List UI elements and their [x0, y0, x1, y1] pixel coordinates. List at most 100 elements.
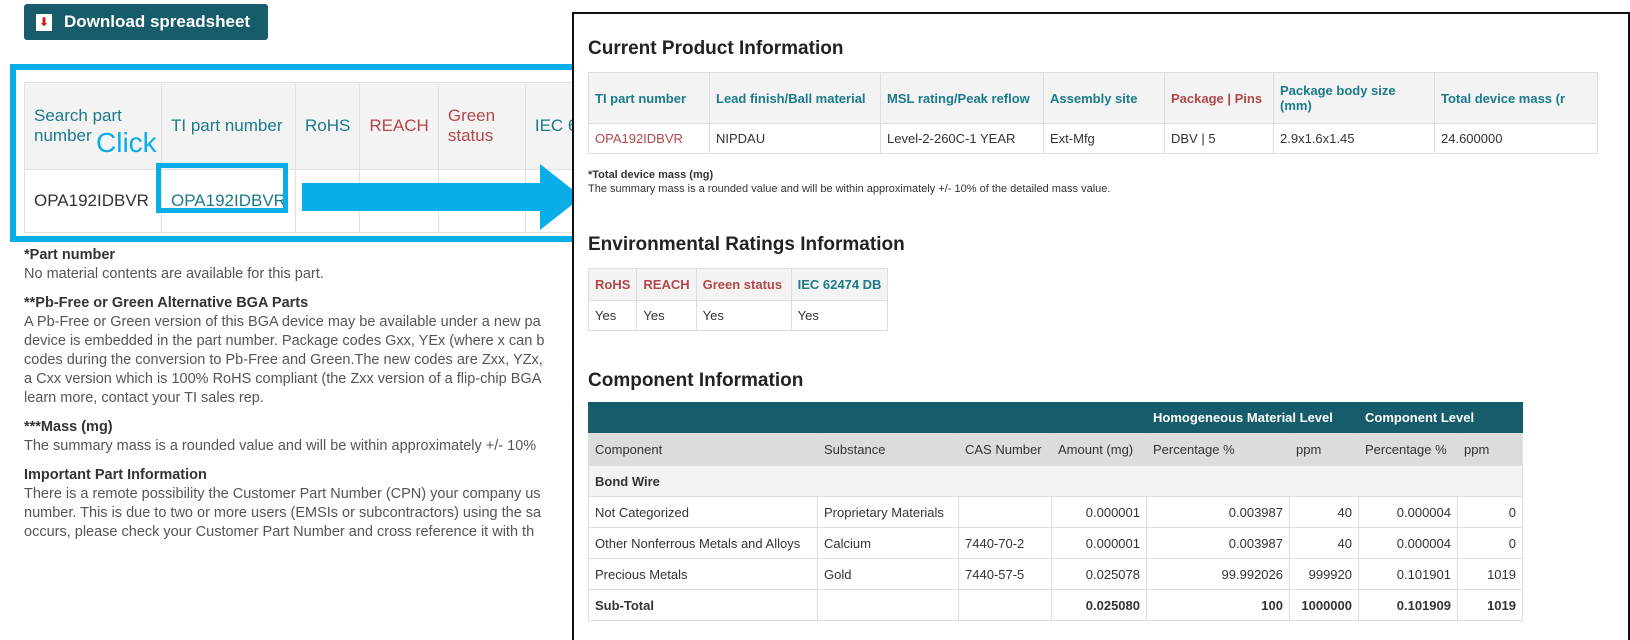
- col-rohs: RoHS: [587, 268, 638, 301]
- substance-cell: [817, 589, 959, 621]
- cas-cell: 7440-70-2: [958, 527, 1052, 559]
- mass-note-heading: *Total device mass (mg): [588, 169, 714, 181]
- arrow-right-icon: [302, 183, 542, 211]
- iec-cell: Yes: [790, 300, 889, 331]
- substance-cell: Gold: [817, 558, 959, 590]
- note-line: device is embedded in the part number. P…: [24, 333, 545, 349]
- hml-percentage-cell: 0.003987: [1146, 527, 1290, 559]
- cl-percentage-cell: 0.101909: [1358, 589, 1458, 621]
- amount-cell: 0.025078: [1051, 558, 1147, 590]
- table-row: Other Nonferrous Metals and Alloys Calci…: [588, 527, 1523, 559]
- col-lead-finish: Lead finish/Ball material: [709, 72, 881, 124]
- download-spreadsheet-button[interactable]: ⬇ Download spreadsheet: [24, 4, 268, 40]
- notes-section: *Part number No material contents are av…: [24, 246, 584, 542]
- table-row: OPA192IDBVR NIPDAU Level-2-260C-1 YEAR E…: [588, 123, 1598, 154]
- amount-cell: 0.000001: [1051, 496, 1147, 528]
- note-line: number. This is due to two or more users…: [24, 505, 542, 521]
- note-line: No material contents are available for t…: [24, 266, 324, 282]
- current-product-title: Current Product Information: [588, 38, 844, 59]
- component-title: Component Information: [588, 370, 804, 391]
- substance-cell: Proprietary Materials: [817, 496, 959, 528]
- note-line: The summary mass is a rounded value and …: [24, 438, 537, 454]
- hml-ppm-cell: 999920: [1289, 558, 1359, 590]
- col-hml-ppm: ppm: [1289, 432, 1359, 466]
- hml-percentage-cell: 0.003987: [1146, 496, 1290, 528]
- environmental-table: RoHS REACH Green status IEC 62474 DB Yes…: [587, 268, 889, 331]
- current-product-table: TI part number Lead finish/Ball material…: [588, 72, 1598, 154]
- component-cell: Precious Metals: [588, 558, 818, 590]
- click-annotation: Click: [96, 127, 157, 158]
- cl-ppm-cell: 0: [1457, 496, 1523, 528]
- ti-part-number-link[interactable]: OPA192IDBVR: [588, 123, 710, 154]
- reach-cell: Yes: [636, 300, 697, 331]
- note-heading: **Pb-Free or Green Alternative BGA Parts: [24, 295, 309, 311]
- hml-percentage-cell: 100: [1146, 589, 1290, 621]
- hml-percentage-cell: 99.992026: [1146, 558, 1290, 590]
- col-ti-part-number: TI part number: [588, 72, 710, 124]
- note-line: codes during the conversion to Pb-Free a…: [24, 352, 543, 368]
- component-table: Homogeneous Material Level Component Lev…: [588, 402, 1523, 621]
- amount-cell: 0.000001: [1051, 527, 1147, 559]
- cas-cell: [958, 589, 1052, 621]
- total-device-mass-cell: 24.600000: [1434, 123, 1598, 154]
- subtotal-row: Sub-Total 0.025080 100 1000000 0.101909 …: [588, 589, 1523, 621]
- col-cas-number: CAS Number: [958, 432, 1052, 466]
- col-green-status: Green status: [695, 268, 792, 301]
- amount-cell: 0.025080: [1051, 589, 1147, 621]
- band-blank: [588, 402, 1147, 433]
- cl-ppm-cell: 1019: [1457, 558, 1523, 590]
- msl-rating-cell: Level-2-260C-1 YEAR: [880, 123, 1044, 154]
- note-heading: ***Mass (mg): [24, 419, 113, 435]
- note-line: learn more, contact your TI sales rep.: [24, 390, 264, 406]
- table-row: Precious Metals Gold 7440-57-5 0.025078 …: [588, 558, 1523, 590]
- note-line: There is a remote possibility the Custom…: [24, 486, 541, 502]
- download-spreadsheet-label: Download spreadsheet: [64, 12, 251, 31]
- col-hml-percentage: Percentage %: [1146, 432, 1290, 466]
- cl-percentage-cell: 0.000004: [1358, 496, 1458, 528]
- cl-percentage-cell: 0.101901: [1358, 558, 1458, 590]
- band-component-level: Component Level: [1358, 402, 1523, 433]
- component-cell: Not Categorized: [588, 496, 818, 528]
- group-row: Bond Wire: [588, 465, 1523, 497]
- col-msl-rating: MSL rating/Peak reflow: [880, 72, 1044, 124]
- hml-ppm-cell: 40: [1289, 496, 1359, 528]
- substance-cell: Calcium: [817, 527, 959, 559]
- cl-ppm-cell: 1019: [1457, 589, 1523, 621]
- col-amount: Amount (mg): [1051, 432, 1147, 466]
- cl-percentage-cell: 0.000004: [1358, 527, 1458, 559]
- note-heading: *Part number: [24, 247, 116, 263]
- subtotal-label: Sub-Total: [588, 589, 818, 621]
- cas-cell: 7440-57-5: [958, 558, 1052, 590]
- material-content-panel: Current Product Information TI part numb…: [572, 12, 1630, 640]
- hml-ppm-cell: 1000000: [1289, 589, 1359, 621]
- package-body-size-cell: 2.9x1.6x1.45: [1273, 123, 1435, 154]
- band-homogeneous: Homogeneous Material Level: [1146, 402, 1359, 433]
- col-total-device-mass: Total device mass (r: [1434, 72, 1598, 124]
- assembly-site-cell: Ext-Mfg: [1043, 123, 1165, 154]
- note-line: a Cxx version which is 100% RoHS complia…: [24, 371, 542, 387]
- col-iec-62474: IEC 62474 DB: [790, 268, 889, 301]
- lead-finish-cell: NIPDAU: [709, 123, 881, 154]
- col-package-pins: Package | Pins: [1164, 72, 1274, 124]
- note-heading: Important Part Information: [24, 467, 207, 483]
- table-row: Not Categorized Proprietary Materials 0.…: [588, 496, 1523, 528]
- mass-note: *Total device mass (mg) The summary mass…: [588, 168, 1110, 196]
- cl-ppm-cell: 0: [1457, 527, 1523, 559]
- green-status-cell: Yes: [695, 300, 792, 331]
- col-substance: Substance: [817, 432, 959, 466]
- environmental-title: Environmental Ratings Information: [588, 234, 905, 255]
- col-cl-ppm: ppm: [1457, 432, 1523, 466]
- package-pins-cell: DBV | 5: [1164, 123, 1274, 154]
- col-package-body-size: Package body size (mm): [1273, 72, 1435, 124]
- download-icon: ⬇: [36, 13, 52, 31]
- hml-ppm-cell: 40: [1289, 527, 1359, 559]
- group-label: Bond Wire: [588, 465, 1523, 497]
- link-highlight-box: [156, 163, 288, 213]
- table-row: Yes Yes Yes Yes: [587, 300, 889, 331]
- col-component: Component: [588, 432, 818, 466]
- col-assembly-site: Assembly site: [1043, 72, 1165, 124]
- cas-cell: [958, 496, 1052, 528]
- mass-note-text: The summary mass is a rounded value and …: [588, 183, 1111, 195]
- col-reach: REACH: [636, 268, 697, 301]
- component-cell: Other Nonferrous Metals and Alloys: [588, 527, 818, 559]
